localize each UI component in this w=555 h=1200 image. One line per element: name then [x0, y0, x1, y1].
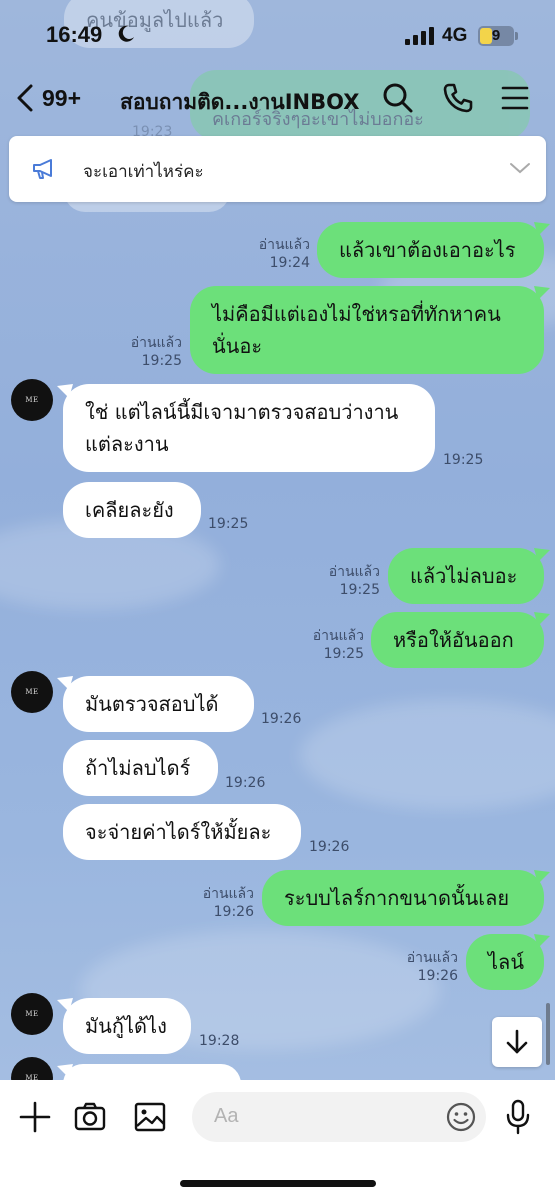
message-bubble[interactable]: ระบบไลร์กากขนาดนั้นเลย	[262, 870, 544, 926]
message-bubble[interactable]: หรือให้อันออก	[371, 612, 544, 668]
emoji-icon[interactable]	[445, 1101, 477, 1133]
avatar[interactable]: ME	[11, 379, 53, 421]
scroll-down-button[interactable]	[492, 1017, 542, 1067]
message-text: หรือให้อันออก	[393, 628, 514, 652]
message-list[interactable]: อ่านแล้ว 19:24 แล้วเขาต้องเอาอะไร อ่านแล…	[0, 0, 555, 1104]
arrow-down-icon	[506, 1029, 528, 1054]
message-bubble[interactable]: ถ้าไม่ลบไดร์	[63, 740, 218, 796]
microphone-icon[interactable]	[505, 1099, 531, 1135]
read-receipt: อ่านแล้ว	[202, 886, 254, 902]
message-bubble[interactable]: มันตรวจสอบได้	[63, 676, 254, 732]
message-text: ไลน์	[488, 950, 524, 974]
message-text: แล้วเขาต้องเอาอะไร	[339, 238, 516, 262]
avatar[interactable]: ME	[11, 993, 53, 1035]
message-time: 19:26	[417, 968, 458, 984]
message-text: ถ้าไม่ลบไดร์	[85, 756, 191, 780]
message-bubble[interactable]: จะจ่ายค่าไดร์ให้มั้ยละ	[63, 804, 301, 860]
message-text: ระบบไลร์กากขนาดนั้นเลย	[284, 886, 510, 910]
message-time: 19:26	[225, 775, 266, 791]
message-text: จะจ่ายค่าไดร์ให้มั้ยละ	[85, 820, 272, 844]
plus-icon[interactable]	[18, 1100, 52, 1134]
message-time: 19:28	[199, 1033, 240, 1049]
read-receipt: อ่านแล้ว	[406, 950, 458, 966]
avatar[interactable]: ME	[11, 671, 53, 713]
scrollbar[interactable]	[546, 1003, 550, 1065]
message-bubble[interactable]: แล้วไม่ลบอะ	[388, 548, 544, 604]
composer-bar: Aa	[0, 1080, 555, 1200]
message-bubble[interactable]: แล้วเขาต้องเอาอะไร	[317, 222, 544, 278]
message-bubble[interactable]: เคลียละยัง	[63, 482, 201, 538]
message-text: ไม่คือมีแต่เองไม่ใช่หรอที่ทักหาคน นั่นอะ	[212, 302, 501, 358]
message-time: 19:26	[261, 711, 302, 727]
message-time: 19:25	[208, 516, 249, 532]
message-bubble[interactable]: ไลน์	[466, 934, 544, 990]
message-text: ใช่ แต่ไลน์นี้มีเจามาตรวจสอบว่างาน แต่ละ…	[85, 400, 399, 456]
read-receipt: อ่านแล้ว	[312, 628, 364, 644]
message-bubble[interactable]: มันกู้ได้ไง	[63, 998, 191, 1054]
message-text: มันกู้ได้ไง	[85, 1014, 167, 1038]
message-text: มันตรวจสอบได้	[85, 692, 219, 716]
read-receipt: อ่านแล้ว	[328, 564, 380, 580]
message-time: 19:25	[339, 582, 380, 598]
message-time: 19:26	[213, 904, 254, 920]
message-text: เคลียละยัง	[85, 498, 174, 522]
camera-icon[interactable]	[73, 1100, 107, 1134]
message-time: 19:25	[141, 353, 182, 369]
message-time: 19:25	[323, 646, 364, 662]
home-indicator	[180, 1180, 376, 1187]
message-bubble[interactable]: ไม่คือมีแต่เองไม่ใช่หรอที่ทักหาคน นั่นอะ	[190, 286, 544, 374]
message-bubble[interactable]: ใช่ แต่ไลน์นี้มีเจามาตรวจสอบว่างาน แต่ละ…	[63, 384, 435, 472]
message-time: 19:26	[309, 839, 350, 855]
read-receipt: อ่านแล้ว	[258, 237, 310, 253]
image-icon[interactable]	[133, 1100, 167, 1134]
message-time: 19:24	[269, 255, 310, 271]
message-text: แล้วไม่ลบอะ	[410, 564, 518, 588]
message-time: 19:25	[443, 452, 484, 468]
read-receipt: อ่านแล้ว	[130, 335, 182, 351]
input-placeholder: Aa	[214, 1105, 239, 1127]
